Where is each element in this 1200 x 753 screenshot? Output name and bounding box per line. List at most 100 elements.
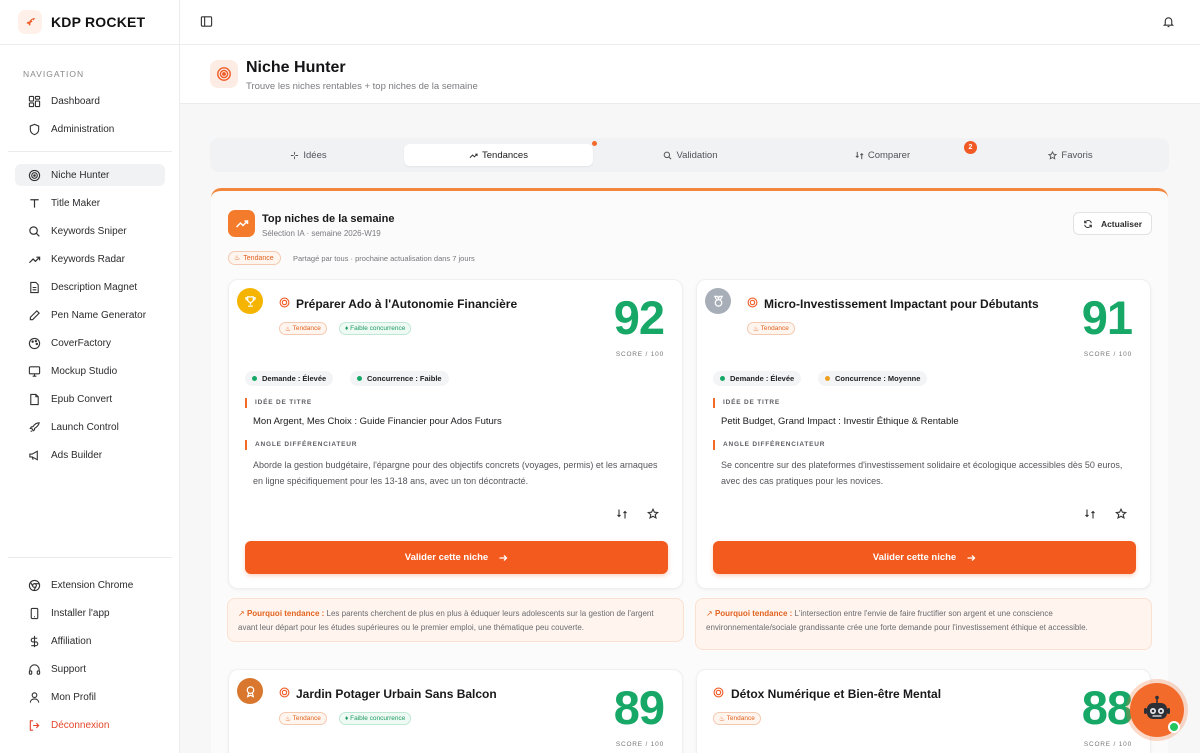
- sidebar-item-launch-control[interactable]: Launch Control: [15, 416, 165, 438]
- dashboard-icon: [28, 95, 41, 108]
- sidebar: KDP ROCKET NAVIGATION Dashboard Administ…: [0, 0, 180, 753]
- trending-icon: ↗: [238, 609, 245, 618]
- title-idea-label: IDÉE DE TITRE: [245, 398, 312, 408]
- sidebar-item-pen-name-generator[interactable]: Pen Name Generator: [15, 304, 165, 326]
- title-idea: Mon Argent, Mes Choix : Guide Financier …: [253, 416, 502, 427]
- smartphone-icon: [28, 607, 41, 620]
- section-subtitle: Sélection IA · semaine 2026-W19: [262, 229, 381, 238]
- score-caption: SCORE / 100: [615, 741, 664, 748]
- sidebar-item-affiliation[interactable]: Affiliation: [15, 630, 165, 652]
- refresh-icon: [1084, 219, 1092, 228]
- why-trending-box: ↗ Pourquoi tendance : Les parents cherch…: [227, 598, 684, 642]
- trend-tag: ♨ Tendance: [279, 712, 327, 725]
- why-label: Pourquoi tendance :: [714, 609, 793, 618]
- tab-favorites[interactable]: Favoris: [976, 144, 1165, 166]
- chip-label: Demande : Élevée: [262, 374, 327, 383]
- sidebar-item-description-magnet[interactable]: Description Magnet: [15, 276, 165, 298]
- sidebar-item-mockup-studio[interactable]: Mockup Studio: [15, 360, 165, 382]
- sidebar-item-dashboard[interactable]: Dashboard: [15, 90, 165, 112]
- sidebar-item-label: Administration: [51, 123, 115, 135]
- angle-label: ANGLE DIFFÉRENCIATEUR: [245, 440, 357, 450]
- niche-title: Jardin Potager Urbain Sans Balcon: [296, 687, 497, 701]
- user-icon: [28, 691, 41, 704]
- compare-icon[interactable]: [616, 508, 628, 520]
- sidebar-item-logout[interactable]: Déconnexion: [15, 714, 165, 736]
- palette-icon: [28, 337, 41, 350]
- trophy-icon: [237, 288, 263, 314]
- sparkles-icon: [291, 151, 299, 159]
- brand[interactable]: KDP ROCKET: [0, 0, 179, 45]
- page-header: Niche Hunter Trouve les niches rentables…: [180, 45, 1200, 104]
- trend-badge-label: Tendance: [243, 254, 274, 262]
- target-icon: [210, 60, 238, 88]
- title-idea-label: IDÉE DE TITRE: [713, 398, 780, 408]
- rocket-icon: [18, 10, 42, 34]
- star-icon[interactable]: [1115, 508, 1127, 520]
- niche-card: Micro-Investissement Impactant pour Débu…: [696, 279, 1151, 589]
- niche-title: Détox Numérique et Bien-être Mental: [731, 687, 942, 701]
- validate-niche-button[interactable]: Valider cette niche: [713, 541, 1136, 574]
- target-icon: [747, 297, 758, 308]
- bell-icon[interactable]: [1162, 15, 1175, 28]
- tab-bar: Idées Tendances Validation Comparer 2 Fa…: [210, 138, 1169, 172]
- sidebar-item-support[interactable]: Support: [15, 658, 165, 680]
- file-icon: [28, 393, 41, 406]
- sidebar-item-epub-convert[interactable]: Epub Convert: [15, 388, 165, 410]
- angle-label: ANGLE DIFFÉRENCIATEUR: [713, 440, 825, 450]
- notification-dot: [592, 141, 597, 146]
- sidebar-item-coverfactory[interactable]: CoverFactory: [15, 332, 165, 354]
- tab-ideas[interactable]: Idées: [216, 144, 401, 166]
- sidebar-item-install-app[interactable]: Installer l'app: [15, 602, 165, 624]
- chip-label: Concurrence : Faible: [367, 374, 442, 383]
- sidebar-item-label: Keywords Sniper: [51, 225, 127, 237]
- sidebar-item-label: CoverFactory: [51, 337, 112, 349]
- star-icon[interactable]: [647, 508, 659, 520]
- validate-niche-button[interactable]: Valider cette niche: [245, 541, 668, 574]
- headphones-icon: [28, 663, 41, 676]
- top-niches-panel: Top niches de la semaine Sélection IA · …: [211, 188, 1168, 753]
- score-value: 92: [613, 291, 665, 344]
- sidebar-item-ads-builder[interactable]: Ads Builder: [15, 444, 165, 466]
- tab-trends[interactable]: Tendances: [404, 144, 593, 166]
- shared-note: Partagé par tous · prochaine actualisati…: [293, 254, 475, 263]
- divider: [8, 557, 172, 558]
- sidebar-item-administration[interactable]: Administration: [15, 118, 165, 140]
- tab-validation[interactable]: Validation: [596, 144, 785, 166]
- flame-icon: ♨: [234, 255, 241, 262]
- niche-card: Jardin Potager Urbain Sans Balcon ♨ Tend…: [228, 669, 683, 753]
- tab-label: Comparer: [867, 149, 911, 161]
- monitor-icon: [28, 365, 41, 378]
- sidebar-item-label: Launch Control: [51, 421, 119, 433]
- refresh-button[interactable]: Actualiser: [1073, 212, 1152, 235]
- chip-label: Concurrence : Moyenne: [835, 374, 921, 383]
- tag-label: Tendance: [292, 325, 321, 332]
- tab-compare[interactable]: Comparer: [788, 144, 977, 166]
- sidebar-item-title-maker[interactable]: Title Maker: [15, 192, 165, 214]
- niche-card: Préparer Ado à l'Autonomie Financière ♨ …: [228, 279, 683, 589]
- sidebar-item-label: Niche Hunter: [51, 169, 110, 181]
- status-dot: [357, 376, 362, 381]
- sidebar-item-extension-chrome[interactable]: Extension Chrome: [15, 574, 165, 596]
- tag-label: Tendance: [726, 715, 755, 722]
- trend-badge: ♨ Tendance: [228, 251, 281, 265]
- sidebar-item-profile[interactable]: Mon Profil: [15, 686, 165, 708]
- why-trending-box: ↗ Pourquoi tendance : L'intersection ent…: [695, 598, 1152, 650]
- score-caption: SCORE / 100: [615, 351, 664, 358]
- score-value: 89: [613, 681, 665, 734]
- sidebar-toggle-icon[interactable]: [200, 15, 213, 28]
- pen-icon: [28, 309, 41, 322]
- tab-label: Favoris: [1061, 149, 1093, 161]
- target-icon: [279, 297, 290, 308]
- demand-chip: Demande : Élevée: [245, 371, 334, 386]
- sidebar-item-keywords-radar[interactable]: Keywords Radar: [15, 248, 165, 270]
- arrow-right-icon: [967, 554, 976, 561]
- sidebar-item-keywords-sniper[interactable]: Keywords Sniper: [15, 220, 165, 242]
- trending-icon: [28, 253, 41, 266]
- sidebar-item-label: Extension Chrome: [51, 579, 134, 591]
- sidebar-item-niche-hunter[interactable]: Niche Hunter: [15, 164, 165, 186]
- trending-icon: ↗: [706, 609, 713, 618]
- divider: [8, 151, 172, 152]
- angle-text: Se concentre sur des plateformes d'inves…: [721, 460, 1123, 486]
- compare-icon[interactable]: [1084, 508, 1096, 520]
- niche-card: Détox Numérique et Bien-être Mental ♨ Te…: [696, 669, 1151, 753]
